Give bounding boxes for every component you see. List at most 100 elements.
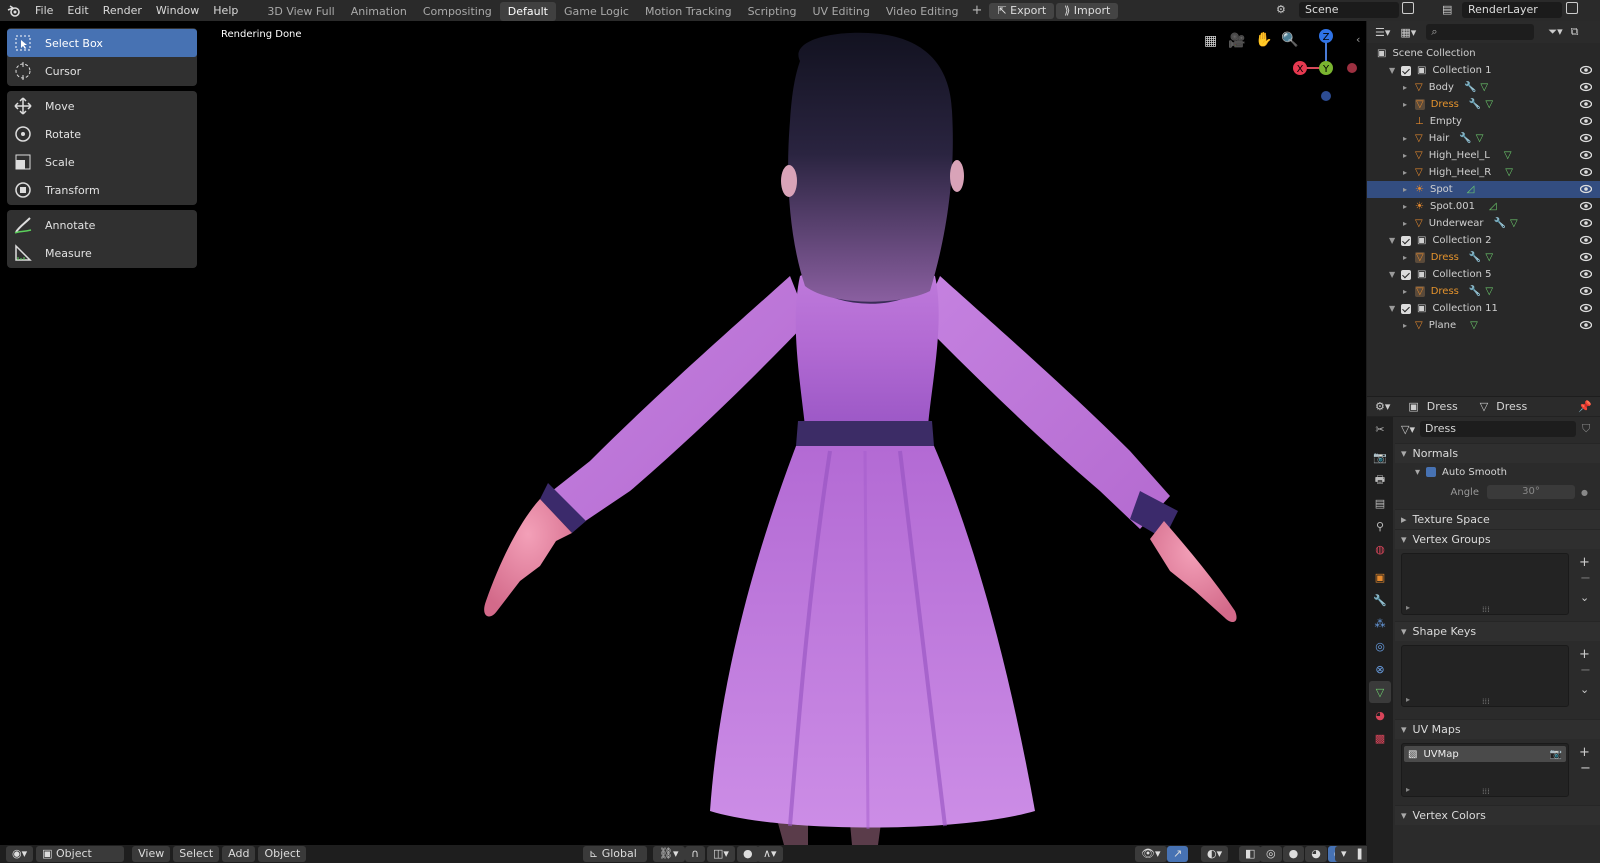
new-scene-icon[interactable] — [1402, 2, 1414, 14]
tool-transform[interactable]: Transform — [7, 176, 197, 204]
auto-smooth-checkbox[interactable] — [1426, 467, 1437, 477]
mesh-data-icon[interactable]: ▽ — [1476, 133, 1484, 144]
modifier-wrench-icon[interactable]: 🔧 — [1469, 252, 1481, 263]
tool-annotate[interactable]: Annotate — [7, 211, 197, 239]
visibility-eye-icon[interactable] — [1579, 82, 1593, 95]
list-resize-grip-icon[interactable]: ⁞⁞⁞ — [1482, 697, 1490, 706]
xray-toggle[interactable]: ◧ — [1239, 846, 1262, 862]
toggle-grid-icon[interactable]: ▦ — [1204, 33, 1217, 49]
expand-down-icon[interactable]: ▼ — [1389, 236, 1401, 245]
remove-shape-key-button[interactable]: − — [1580, 663, 1591, 678]
blender-logo-icon[interactable] — [0, 4, 28, 17]
expand-down-icon[interactable]: ▼ — [1389, 304, 1401, 313]
list-resize-grip-icon[interactable]: ⁞⁞⁞ — [1482, 787, 1490, 796]
pan-hand-icon[interactable]: ✋ — [1255, 32, 1272, 48]
new-view-layer-icon[interactable] — [1566, 2, 1578, 14]
exclude-checkbox[interactable] — [1401, 65, 1411, 76]
tool-rotate[interactable]: Rotate — [7, 120, 197, 148]
visibility-eye-icon[interactable] — [1579, 184, 1593, 197]
proportional-falloff-selector[interactable]: ∧▾ — [757, 846, 783, 862]
outliner-row[interactable]: ▼ ▣ Collection 5 — [1367, 266, 1600, 283]
visibility-eye-icon[interactable] — [1579, 65, 1593, 78]
display-mode-icon[interactable]: ▦▾ — [1400, 26, 1416, 39]
exclude-checkbox[interactable] — [1401, 235, 1411, 246]
tool-scale[interactable]: Scale — [7, 148, 197, 176]
editor-type-selector[interactable]: ◉▾ — [6, 846, 34, 862]
outliner-row[interactable]: ▸ ▽ Hair 🔧 ▽ — [1367, 130, 1600, 147]
tool-cursor[interactable]: Cursor — [7, 57, 197, 85]
expand-right-icon[interactable]: ▸ — [1403, 219, 1415, 228]
outliner-row[interactable]: ▼ ▣ Collection 2 — [1367, 232, 1600, 249]
workspace-tab-uv-editing[interactable]: UV Editing — [805, 2, 878, 21]
snap-target-selector[interactable]: ◫▾ — [707, 846, 735, 862]
menu-help[interactable]: Help — [206, 0, 245, 21]
export-button[interactable]: ⇱ Export — [989, 2, 1055, 19]
view-layer-tab-icon[interactable]: ▤ — [1369, 492, 1391, 514]
visibility-eye-icon[interactable] — [1579, 320, 1593, 333]
section-vertex-groups[interactable]: ▾ Vertex Groups — [1395, 529, 1600, 549]
mesh-data-icon[interactable]: ▽ — [1504, 150, 1512, 161]
section-shape-keys[interactable]: ▾ Shape Keys — [1395, 621, 1600, 641]
outliner-search-input[interactable]: ⌕ — [1426, 24, 1535, 40]
object-tab-icon[interactable]: ▣ — [1369, 566, 1391, 588]
tool-move[interactable]: Move — [7, 92, 197, 120]
expand-right-icon[interactable]: ▸ — [1403, 202, 1415, 211]
expand-right-icon[interactable]: ▸ — [1403, 168, 1415, 177]
mesh-data-icon[interactable]: ▽ — [1480, 82, 1488, 93]
mesh-data-tab-icon[interactable]: ▽ — [1369, 681, 1391, 703]
context-object-name[interactable]: Dress — [1427, 400, 1458, 413]
visibility-eye-icon[interactable] — [1579, 303, 1593, 316]
physics-tab-icon[interactable]: ◎ — [1369, 635, 1391, 657]
visibility-eye-icon[interactable] — [1579, 286, 1593, 299]
vertex-group-menu-icon[interactable]: ⌄ — [1580, 591, 1589, 604]
add-vertex-group-button[interactable]: + — [1579, 555, 1590, 570]
visibility-eye-icon[interactable] — [1579, 201, 1593, 214]
outliner-row[interactable]: ▸ ▽ High_Heel_R ▽ — [1367, 164, 1600, 181]
angle-field[interactable]: 30° — [1487, 485, 1575, 499]
section-vertex-colors[interactable]: ▾ Vertex Colors — [1395, 805, 1600, 825]
uvmap-item[interactable]: ▧ UVMap 📷 — [1404, 746, 1566, 762]
list-expand-icon[interactable]: ▸ — [1406, 603, 1410, 612]
add-uv-map-button[interactable]: + — [1579, 745, 1590, 760]
filter-icon[interactable]: ⏷▾ — [1548, 25, 1562, 39]
visibility-selector[interactable]: 👁▾ — [1135, 846, 1167, 862]
menu-edit[interactable]: Edit — [60, 0, 95, 21]
remove-vertex-group-button[interactable]: − — [1580, 571, 1591, 586]
particles-tab-icon[interactable]: ⁂ — [1369, 612, 1391, 634]
expand-right-icon[interactable]: ▸ — [1403, 134, 1415, 143]
workspace-tab-game-logic[interactable]: Game Logic — [556, 2, 637, 21]
exclude-checkbox[interactable] — [1401, 303, 1411, 314]
camera-view-icon[interactable]: 🎥 — [1228, 33, 1245, 49]
outliner-editor-icon[interactable]: ☰▾ — [1375, 26, 1390, 39]
expand-right-icon[interactable]: ▸ — [1403, 287, 1415, 296]
menu-select[interactable]: Select — [173, 846, 220, 862]
modifier-wrench-icon[interactable]: 🔧 — [1494, 218, 1506, 229]
mesh-data-icon[interactable]: ▽▾ — [1401, 423, 1415, 436]
expand-right-icon[interactable]: ▸ — [1403, 185, 1415, 194]
visibility-eye-icon[interactable] — [1579, 116, 1593, 129]
mesh-data-icon[interactable]: ▽ — [1485, 99, 1493, 110]
pivot-point-selector[interactable]: ⛓▾ — [653, 846, 685, 862]
add-workspace-icon[interactable]: + — [967, 3, 988, 18]
list-expand-icon[interactable]: ▸ — [1406, 695, 1410, 704]
outliner-row[interactable]: ▸ ▽ Body 🔧 ▽ — [1367, 79, 1600, 96]
view-layer-icon[interactable]: ▤ — [1442, 3, 1452, 16]
navigation-gizmo[interactable]: Z Y X — [1286, 26, 1366, 106]
wireframe-shading-icon[interactable]: ◎ — [1260, 846, 1282, 862]
properties-editor-icon[interactable]: ⚙▾ — [1375, 400, 1390, 413]
workspace-tab-video-editing[interactable]: Video Editing — [878, 2, 967, 21]
outliner-row[interactable]: ▸ ☀ Spot ◿ — [1367, 181, 1600, 198]
list-expand-icon[interactable]: ▸ — [1406, 785, 1410, 794]
workspace-tab-motion-tracking[interactable]: Motion Tracking — [637, 2, 740, 21]
add-shape-key-button[interactable]: + — [1579, 647, 1590, 662]
modifier-wrench-icon[interactable]: 🔧 — [1469, 99, 1481, 110]
menu-object[interactable]: Object — [258, 846, 307, 862]
expand-right-icon[interactable]: ▸ — [1403, 100, 1415, 109]
outliner-row[interactable]: ▸ ▽ Plane ▽ — [1367, 317, 1600, 334]
mesh-data-icon[interactable]: ▽ — [1470, 320, 1478, 331]
outliner-row[interactable]: ▸ ▽ High_Heel_L ▽ — [1367, 147, 1600, 164]
workspace-tab-scripting[interactable]: Scripting — [740, 2, 805, 21]
gizmo-toggle[interactable]: ↗ — [1167, 846, 1189, 862]
exclude-checkbox[interactable] — [1401, 269, 1411, 280]
section-uv-maps[interactable]: ▾ UV Maps — [1395, 719, 1600, 739]
